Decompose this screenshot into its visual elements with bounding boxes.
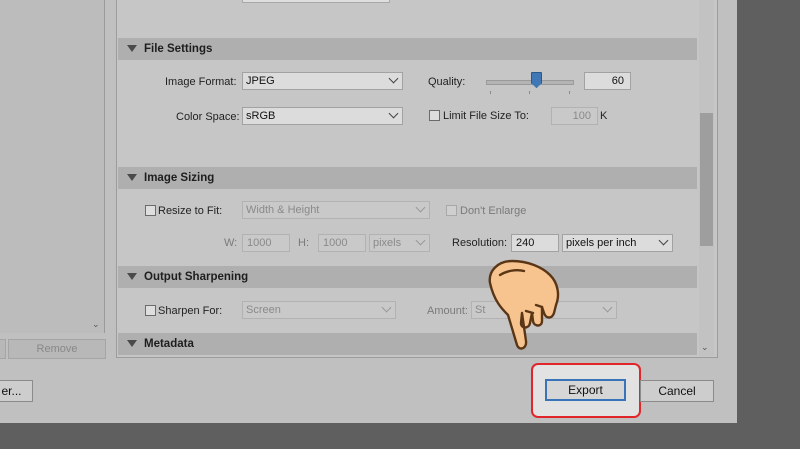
resolution-unit-value: pixels per inch [566,237,637,249]
chevron-down-icon [602,302,613,313]
sharpen-for-checkbox[interactable] [145,305,156,316]
limit-unit-label: K [600,110,608,122]
collapse-triangle-icon [127,340,137,347]
size-unit-value: pixels [373,237,402,249]
height-input[interactable]: 1000 [318,234,366,252]
section-title: Output Sharpening [144,271,249,283]
scrollbar-thumb[interactable] [700,113,713,246]
chevron-down-icon [658,235,669,246]
section-title: Image Sizing [144,172,215,184]
cancel-button[interactable]: Cancel [640,380,714,402]
image-format-value: JPEG [246,75,275,87]
chevron-down-icon [388,108,399,119]
slider-tick [569,91,570,94]
chevron-down-icon [388,73,399,84]
sharpen-for-select[interactable]: Screen [242,301,396,319]
pointing-hand-icon [488,259,560,350]
amount-label: Amount: [427,305,468,317]
image-format-select[interactable]: JPEG [242,72,403,90]
export-button[interactable]: Export [545,379,626,401]
image-format-label: Image Format: [165,76,237,88]
export-dialog: ⌄ Remove File Settings Image Format: JPE… [0,0,737,423]
resize-to-fit-checkbox[interactable] [145,205,156,216]
resolution-label: Resolution: [452,237,508,249]
resize-to-fit-value: Width & Height [246,204,320,216]
section-file-settings[interactable]: File Settings [118,38,697,60]
limit-file-size-checkbox[interactable] [429,110,440,121]
section-output-sharpening[interactable]: Output Sharpening [118,266,697,288]
chevron-down-icon [381,302,392,313]
collapse-triangle-icon [127,174,137,181]
color-space-value: sRGB [246,110,276,122]
quality-slider-track[interactable] [486,80,574,85]
width-label: W: [224,237,238,249]
width-input[interactable]: 1000 [242,234,290,252]
section-image-sizing[interactable]: Image Sizing [118,167,697,189]
chevron-down-icon [415,235,426,246]
quality-label: Quality: [428,76,466,88]
left-partial-button[interactable] [0,339,6,359]
sharpen-for-value: Screen [246,304,281,316]
background-bottom [0,423,800,449]
slider-tick [529,91,530,94]
top-partial-field[interactable] [242,0,390,3]
slider-tick [490,91,491,94]
preset-list-panel[interactable] [0,0,105,333]
chevron-down-icon[interactable]: ⌄ [92,319,100,330]
partial-left-button[interactable]: er... [0,380,33,402]
dont-enlarge-label: Don't Enlarge [460,205,527,217]
section-title: File Settings [144,43,213,55]
limit-file-size-input[interactable]: 100 [551,107,598,125]
resolution-unit-select[interactable]: pixels per inch [562,234,673,252]
resize-to-fit-select[interactable]: Width & Height [242,201,430,219]
quality-input[interactable]: 60 [584,72,631,90]
chevron-down-icon[interactable]: ⌄ [701,342,709,353]
limit-file-size-label: Limit File Size To: [443,110,529,122]
resolution-input[interactable]: 240 [511,234,559,252]
section-title: Metadata [144,338,194,350]
section-metadata[interactable]: Metadata [118,333,697,355]
collapse-triangle-icon [127,273,137,280]
remove-button[interactable]: Remove [8,339,106,359]
collapse-triangle-icon [127,45,137,52]
background-right [737,0,800,423]
chevron-down-icon [415,202,426,213]
size-unit-select[interactable]: pixels [369,234,430,252]
color-space-label: Color Space: [176,111,240,123]
height-label: H: [298,237,309,249]
color-space-select[interactable]: sRGB [242,107,403,125]
resize-to-fit-label: Resize to Fit: [158,205,223,217]
dont-enlarge-checkbox[interactable] [446,205,457,216]
sharpen-for-label: Sharpen For: [158,305,223,317]
